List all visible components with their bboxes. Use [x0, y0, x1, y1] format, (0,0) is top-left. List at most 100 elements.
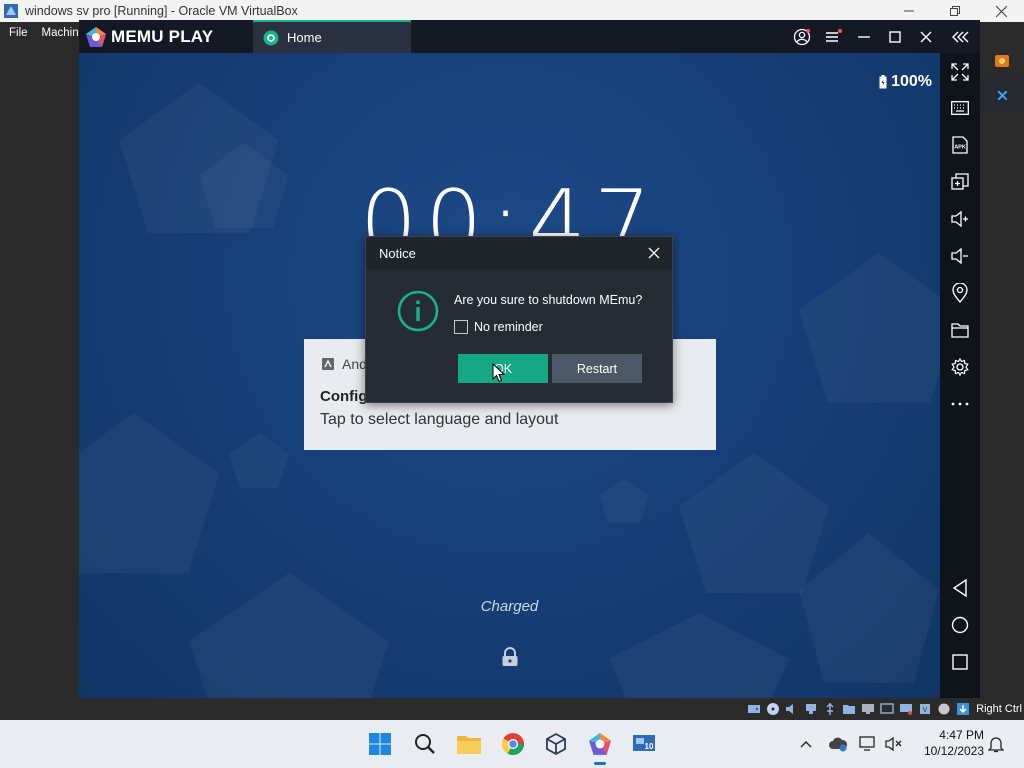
dialog-title: Notice: [379, 245, 416, 261]
close-icon: [997, 90, 1007, 100]
notification-title: Config: [320, 388, 368, 405]
vbox-minimize-button[interactable]: [886, 0, 932, 22]
notification-app: And: [322, 356, 367, 372]
memu-logo-icon: [86, 26, 106, 47]
memu-logo: MEMU PLAY: [79, 26, 253, 48]
multi-instance-button[interactable]: [940, 165, 980, 199]
search-icon: [415, 734, 435, 754]
checkbox-box[interactable]: [454, 320, 468, 334]
shutdown-notice-dialog: Notice Are you sure to shutdown MEmu? No…: [365, 236, 673, 403]
battery-indicator: 100%: [879, 73, 932, 91]
audio-icon[interactable]: [784, 701, 800, 717]
taskbar-date: 10/12/2023: [923, 744, 984, 758]
home-circle-icon: [951, 616, 969, 634]
cpu-icon[interactable]: V: [917, 701, 933, 717]
vbox-close-button[interactable]: [978, 0, 1024, 22]
mouse-integration-icon[interactable]: [936, 701, 952, 717]
user-icon: [793, 28, 810, 45]
memu-minimize-button[interactable]: [848, 20, 879, 53]
notification-app-name: And: [342, 356, 367, 372]
menu-file[interactable]: File: [9, 27, 28, 39]
shared-folders-icon[interactable]: [841, 701, 857, 717]
menu-button[interactable]: [817, 20, 848, 53]
svg-text:APK: APK: [954, 145, 966, 151]
account-button[interactable]: [786, 20, 817, 53]
video-capture-icon[interactable]: [879, 701, 895, 717]
memu-maximize-button[interactable]: [879, 20, 910, 53]
android-back-button[interactable]: [940, 571, 980, 605]
lock-icon[interactable]: [501, 647, 519, 667]
memu-sidebar: APK: [940, 53, 980, 698]
file-explorer-button[interactable]: [455, 730, 483, 758]
app-shortcut-icon: [995, 55, 1009, 67]
close-icon: [920, 31, 931, 42]
volume-down-button[interactable]: [940, 239, 980, 273]
hamburger-menu-icon: [825, 28, 842, 42]
location-button[interactable]: [940, 276, 980, 310]
restore-icon: [950, 6, 960, 16]
shared-folder-button[interactable]: [940, 313, 980, 347]
active-app-indicator: [594, 762, 606, 765]
tab-home[interactable]: Home: [253, 20, 411, 53]
memu-close-button[interactable]: [910, 20, 941, 53]
settings-button[interactable]: [940, 350, 980, 384]
recents-square-icon: [952, 654, 968, 670]
host-key-label: Right Ctrl: [976, 703, 1022, 715]
folder-icon: [457, 736, 481, 754]
no-reminder-checkbox[interactable]: No reminder: [454, 320, 543, 334]
floating-app-icon[interactable]: [980, 44, 1024, 78]
charging-status: Charged: [480, 598, 539, 615]
host-key-icon[interactable]: [955, 701, 971, 717]
vbox-right-panel: [980, 44, 1024, 698]
show-hidden-icons-button[interactable]: [796, 734, 816, 754]
monitor-icon[interactable]: [898, 701, 914, 717]
bell-icon: [988, 737, 1004, 753]
background-shape: [599, 478, 649, 523]
network-tray-button[interactable]: [858, 734, 878, 754]
chrome-icon: [502, 733, 524, 755]
volume-down-icon: [951, 247, 968, 265]
muted-speaker-icon: [885, 736, 902, 752]
background-shape: [189, 573, 389, 698]
folder-icon: [951, 323, 969, 338]
mouse-cursor-icon: [492, 363, 505, 383]
more-dots-icon: [951, 402, 969, 406]
taskbar-clock[interactable]: 4:47 PM 10/12/2023: [914, 727, 984, 759]
checkbox-label: No reminder: [474, 320, 543, 334]
battery-icon: [879, 75, 887, 89]
android-recents-button[interactable]: [940, 645, 980, 679]
hard-disk-icon[interactable]: [746, 701, 762, 717]
volume-up-button[interactable]: [940, 202, 980, 236]
network-icon[interactable]: [803, 701, 819, 717]
chrome-button[interactable]: [499, 730, 527, 758]
restart-button[interactable]: Restart: [552, 354, 642, 383]
keyboard-button[interactable]: [940, 91, 980, 125]
display-icon[interactable]: [860, 701, 876, 717]
onedrive-tray-button[interactable]: [828, 734, 848, 754]
virtualbox-taskbar-button[interactable]: [542, 730, 570, 758]
start-button[interactable]: [366, 730, 394, 758]
vbox-menubar: File Machine: [0, 22, 85, 44]
memu-app-icon: [589, 733, 611, 755]
search-button[interactable]: [411, 730, 439, 758]
optical-drive-icon[interactable]: [765, 701, 781, 717]
taskbar-time: 4:47 PM: [939, 728, 984, 742]
dialog-header: Notice: [366, 237, 672, 269]
install-apk-button[interactable]: APK: [940, 128, 980, 162]
collapse-sidebar-button[interactable]: [945, 20, 976, 53]
fullscreen-button[interactable]: [940, 55, 980, 89]
vm-taskbar-button[interactable]: 10: [630, 730, 658, 758]
dialog-message: Are you sure to shutdown MEmu?: [454, 293, 643, 307]
volume-tray-button[interactable]: [884, 734, 904, 754]
vbox-title-bar: windows sv pro [Running] - Oracle VM Vir…: [0, 0, 1024, 22]
floating-close-button[interactable]: [980, 78, 1024, 112]
usb-icon[interactable]: [822, 701, 838, 717]
virtualbox-cube-icon: [546, 732, 566, 756]
dialog-close-button[interactable]: [644, 243, 664, 263]
memu-taskbar-button[interactable]: [586, 730, 614, 758]
more-options-button[interactable]: [940, 387, 980, 421]
notifications-button[interactable]: [986, 734, 1006, 754]
vbox-restore-button[interactable]: [932, 0, 978, 22]
background-shape: [229, 433, 289, 488]
android-home-button[interactable]: [940, 608, 980, 642]
